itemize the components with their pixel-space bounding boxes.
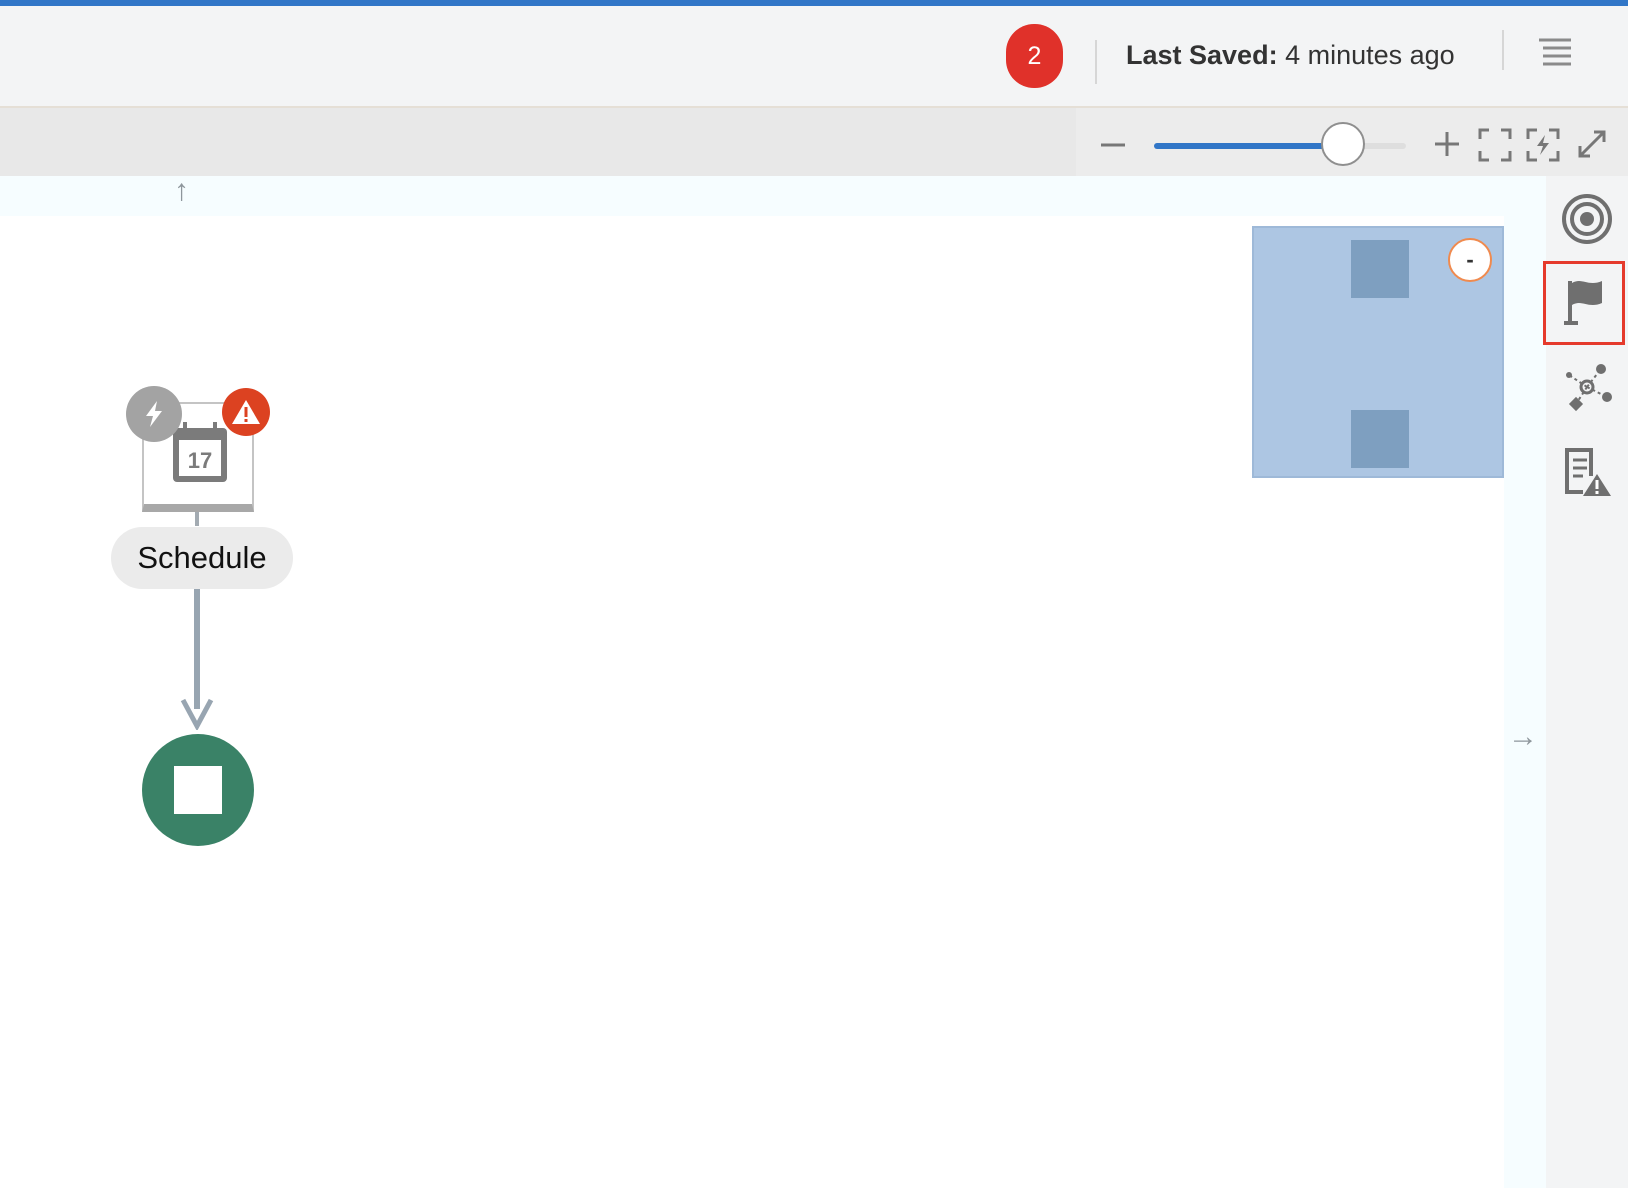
minimap-node: [1351, 410, 1409, 468]
last-saved-status: Last Saved: 4 minutes ago: [1126, 40, 1455, 71]
zoom-slider-fill: [1154, 143, 1343, 149]
stop-icon: [174, 766, 222, 814]
zoom-in-icon[interactable]: [1432, 128, 1462, 158]
header-divider: [1095, 40, 1097, 84]
canvas-top-strip: [0, 176, 1510, 216]
node-connector: [195, 512, 199, 526]
hamburger-menu-icon[interactable]: [1537, 34, 1573, 70]
target-icon[interactable]: [1556, 188, 1618, 250]
flag-icon[interactable]: [1543, 261, 1625, 345]
last-saved-label: Last Saved:: [1126, 40, 1278, 70]
network-icon[interactable]: [1556, 356, 1618, 418]
notification-badge[interactable]: 2: [1006, 24, 1063, 88]
canvas-right-strip: [1504, 176, 1546, 1188]
flow-edge: [194, 589, 200, 709]
calendar-icon: 17: [173, 422, 227, 482]
lightning-icon: [126, 386, 182, 442]
header-bar: 2 Last Saved: 4 minutes ago: [0, 6, 1628, 108]
fullscreen-icon[interactable]: [1576, 128, 1608, 160]
minimap-node: [1351, 240, 1409, 298]
minimap-collapse-button[interactable]: -: [1448, 238, 1492, 282]
edge-arrowhead-icon: [180, 698, 214, 730]
reset-zoom-icon[interactable]: [1526, 128, 1560, 162]
zoom-slider-thumb[interactable]: [1321, 122, 1365, 166]
last-saved-value: 4 minutes ago: [1285, 40, 1455, 70]
canvas-toolbar: [0, 108, 1628, 176]
minimap[interactable]: -: [1252, 226, 1504, 478]
arrow-right-icon[interactable]: →: [1508, 720, 1538, 754]
zoom-out-icon[interactable]: [1098, 128, 1128, 158]
document-warning-icon[interactable]: [1556, 440, 1618, 502]
schedule-node-label[interactable]: Schedule: [111, 527, 293, 589]
fit-to-screen-icon[interactable]: [1478, 128, 1512, 162]
warning-icon[interactable]: [222, 388, 270, 436]
calendar-day: 17: [188, 448, 212, 473]
zoom-slider[interactable]: [1154, 122, 1406, 166]
end-node[interactable]: [142, 734, 254, 846]
arrow-up-icon[interactable]: ↑: [174, 174, 189, 208]
header-divider: [1502, 30, 1504, 70]
